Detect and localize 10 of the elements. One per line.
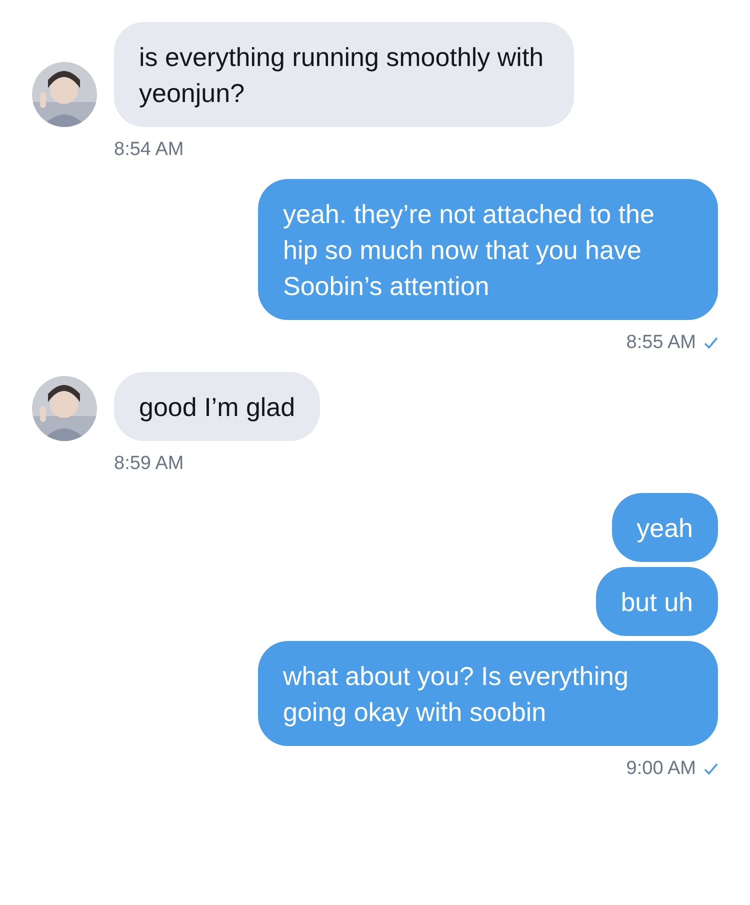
message-bubble: yeah xyxy=(612,493,718,562)
message-bubble: but uh xyxy=(596,567,718,636)
message-bubble: good I’m glad xyxy=(114,372,320,441)
timestamp: 8:59 AM xyxy=(114,453,184,475)
message-bubble: is everything running smoothly with yeonjun? xyxy=(114,22,574,127)
timestamp: 8:55 AM xyxy=(626,332,696,354)
message-bubble: yeah. they’re not attached to the hip so much now that you have Soobin’s attention xyxy=(258,179,718,320)
message-bubble: what about you? Is everything going okay with soobin xyxy=(258,641,718,746)
timestamp: 9:00 AM xyxy=(626,758,696,780)
timestamp: 8:54 AM xyxy=(114,139,184,161)
